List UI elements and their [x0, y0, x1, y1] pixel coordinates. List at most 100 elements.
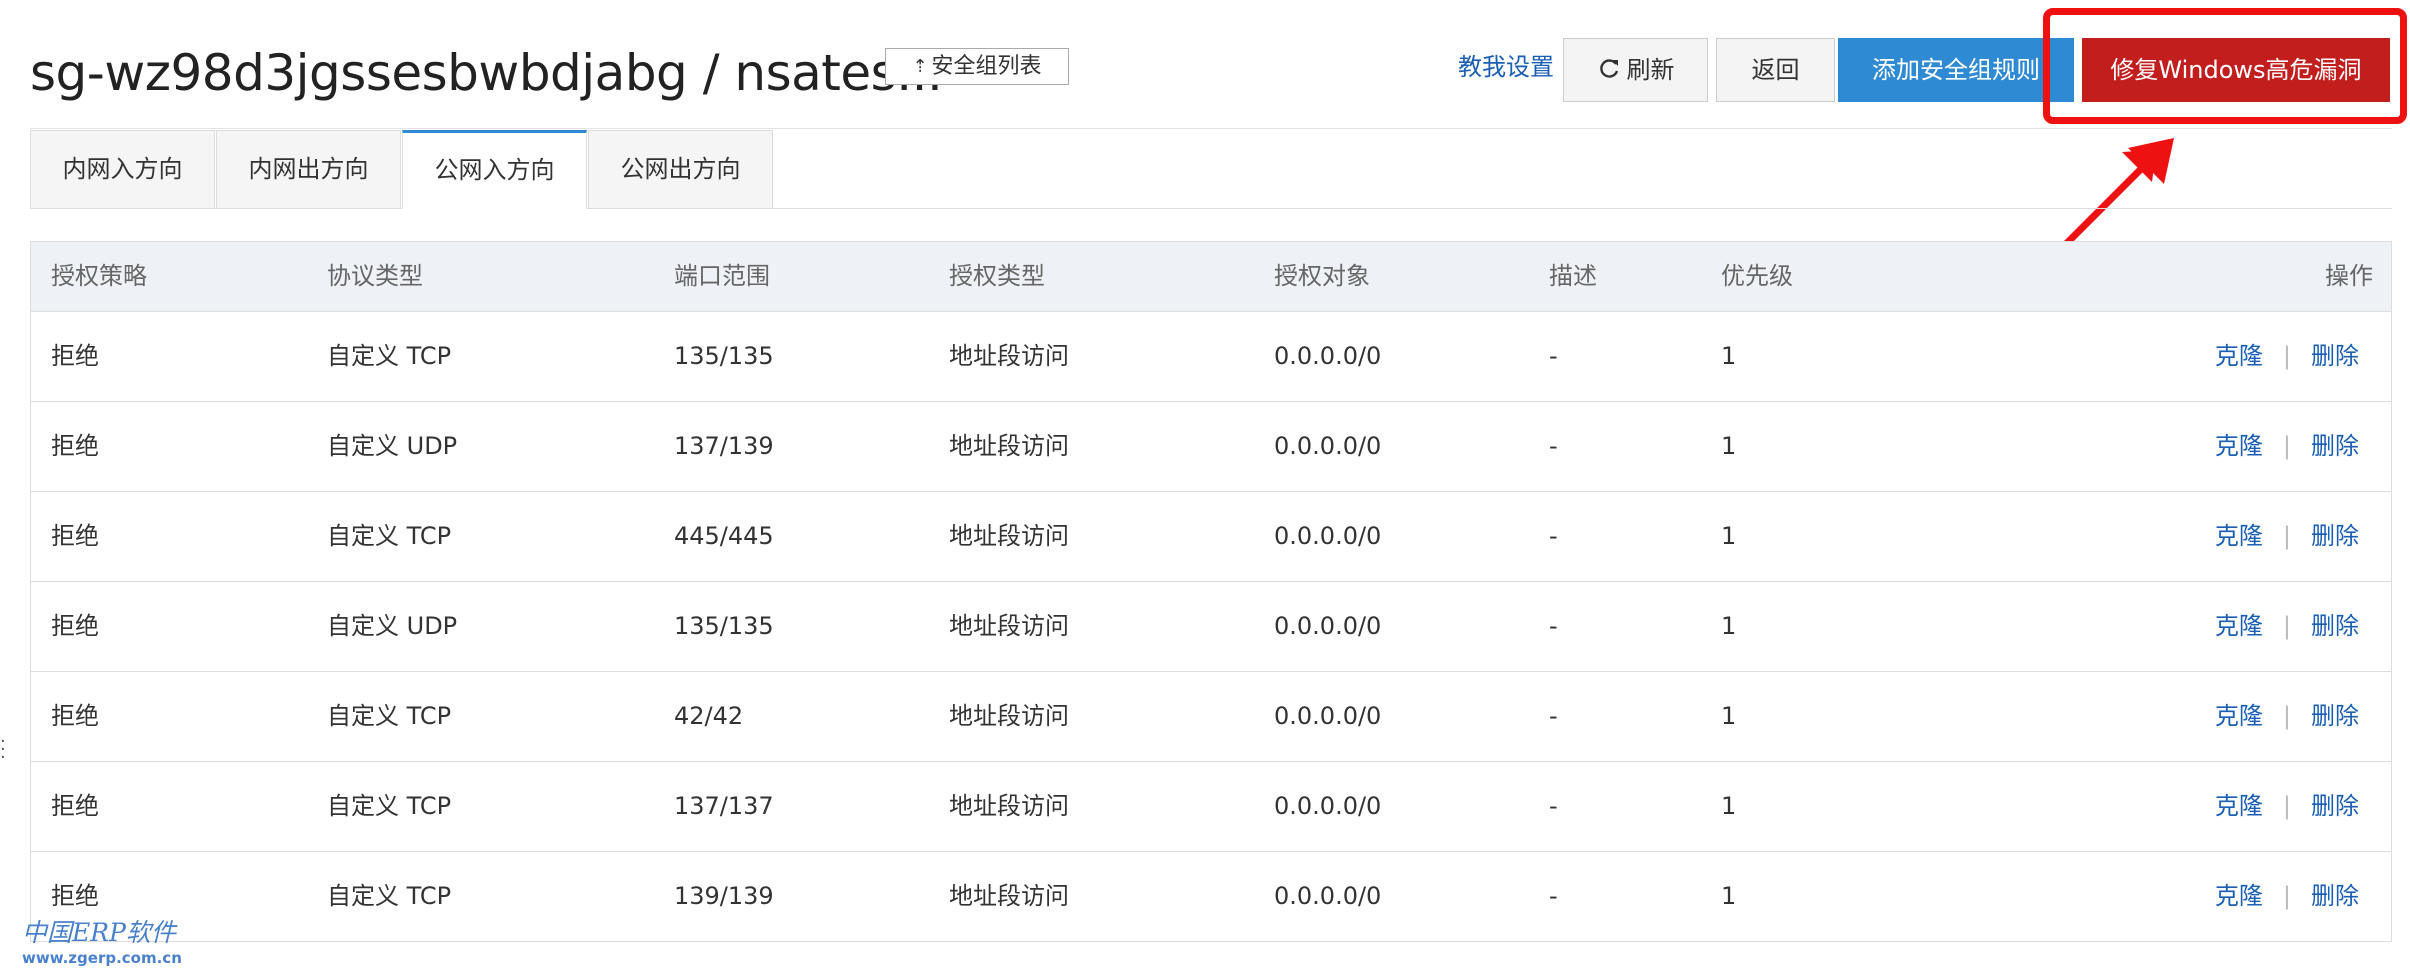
cell-target: 0.0.0.0/0 — [1274, 882, 1382, 910]
back-button[interactable]: 返回 — [1716, 38, 1835, 102]
table-row: 拒绝 自定义 TCP 135/135 地址段访问 0.0.0.0/0 - 1 克隆 | 删除 — [31, 312, 2391, 402]
cell-ports: 139/139 — [674, 882, 774, 910]
clone-link[interactable]: 克隆 — [2215, 522, 2263, 550]
cell-protocol: 自定义 TCP — [327, 702, 452, 730]
cell-description: - — [1549, 702, 1558, 730]
delete-link[interactable]: 删除 — [2311, 522, 2359, 550]
security-group-list-button[interactable]: ⇡ 安全组列表 — [885, 48, 1069, 85]
cell-protocol: 自定义 TCP — [327, 522, 452, 550]
action-separator: | — [2282, 612, 2291, 640]
delete-link[interactable]: 删除 — [2311, 612, 2359, 640]
action-separator: | — [2282, 342, 2291, 370]
security-group-rules-page: sg-wz98d3jgssesbwbdjabg / nsates... ⇡ 安全组… — [0, 0, 2410, 978]
action-separator: | — [2282, 522, 2291, 550]
cell-priority: 1 — [1721, 702, 1737, 730]
cell-policy: 拒绝 — [51, 702, 99, 730]
cell-auth-type: 地址段访问 — [949, 882, 1069, 910]
column-header-ports: 端口范围 — [674, 262, 770, 290]
table-row: 拒绝 自定义 TCP 139/139 地址段访问 0.0.0.0/0-1 克隆 | 删除 — [31, 852, 2391, 941]
row-actions: 克隆 | 删除 — [2215, 672, 2359, 761]
column-header-target: 授权对象 — [1274, 262, 1370, 290]
column-header-description: 描述 — [1549, 262, 1597, 290]
side-handle: · · · — [0, 731, 6, 768]
cell-description: - — [1549, 792, 1558, 820]
cell-target: 0.0.0.0/0 — [1274, 522, 1382, 550]
clone-link[interactable]: 克隆 — [2215, 792, 2263, 820]
watermark-title: 中国ERP软件 — [22, 918, 176, 947]
cell-policy: 拒绝 — [51, 522, 99, 550]
add-security-group-rule-button[interactable]: 添加安全组规则 — [1838, 38, 2074, 102]
cell-description: - — [1549, 882, 1558, 910]
row-actions: 克隆 | 删除 — [2215, 582, 2359, 671]
clone-link[interactable]: 克隆 — [2215, 702, 2263, 730]
cell-protocol: 自定义 TCP — [327, 792, 452, 820]
row-actions: 克隆 | 删除 — [2215, 852, 2359, 941]
tab-internet-inbound[interactable]: 公网入方向 — [402, 130, 587, 209]
delete-link[interactable]: 删除 — [2311, 792, 2359, 820]
security-group-list-label: 安全组列表 — [931, 54, 1042, 79]
tab-internet-outbound[interactable]: 公网出方向 — [588, 130, 773, 209]
action-separator: | — [2282, 792, 2291, 820]
row-actions: 克隆 | 删除 — [2215, 312, 2359, 401]
cell-description: - — [1549, 342, 1558, 370]
cell-target: 0.0.0.0/0 — [1274, 432, 1382, 460]
cell-priority: 1 — [1721, 792, 1737, 820]
cell-ports: 42/42 — [674, 702, 744, 730]
table-row: 拒绝 自定义 TCP 445/445 地址段访问 0.0.0.0/0 - 1 克隆 | 删除 — [31, 492, 2391, 582]
clone-link[interactable]: 克隆 — [2215, 342, 2263, 370]
cell-policy: 拒绝 — [51, 432, 99, 460]
cell-ports: 135/135 — [674, 612, 774, 640]
cell-target: 0.0.0.0/0 — [1274, 792, 1382, 820]
refresh-label: 刷新 — [1626, 56, 1675, 84]
cell-policy: 拒绝 — [51, 612, 99, 640]
cell-policy: 拒绝 — [51, 342, 99, 370]
cell-ports: 445/445 — [674, 522, 774, 550]
table-header: 授权策略 协议类型 端口范围 授权类型 授权对象 描述 优先级 操作 — [31, 242, 2391, 312]
row-actions: 克隆 | 删除 — [2215, 762, 2359, 851]
table-row: 拒绝 自定义 UDP 137/139 地址段访问 0.0.0.0/0 - 1 克隆 | 删除 — [31, 402, 2391, 492]
action-separator: | — [2282, 432, 2291, 460]
cell-auth-type: 地址段访问 — [949, 702, 1069, 730]
tab-intranet-inbound[interactable]: 内网入方向 — [30, 130, 215, 209]
tutorial-link[interactable]: 教我设置 — [1458, 50, 1554, 84]
refresh-icon — [1597, 42, 1621, 104]
cell-description: - — [1549, 612, 1558, 640]
delete-link[interactable]: 删除 — [2311, 342, 2359, 370]
clone-link[interactable]: 克隆 — [2215, 432, 2263, 460]
delete-link[interactable]: 删除 — [2311, 702, 2359, 730]
page-title: sg-wz98d3jgssesbwbdjabg / nsates... — [30, 44, 943, 102]
action-separator: | — [2282, 702, 2291, 730]
column-header-actions: 操作 — [2325, 262, 2373, 290]
cell-protocol: 自定义 UDP — [327, 612, 458, 640]
tab-intranet-outbound[interactable]: 内网出方向 — [216, 130, 401, 209]
delete-link[interactable]: 删除 — [2311, 432, 2359, 460]
cell-priority: 1 — [1721, 522, 1737, 550]
rules-table: 授权策略 协议类型 端口范围 授权类型 授权对象 描述 优先级 操作 拒绝自定义… — [30, 241, 2392, 942]
cell-target: 0.0.0.0/0 — [1274, 342, 1382, 370]
cell-auth-type: 地址段访问 — [949, 522, 1069, 550]
column-header-protocol: 协议类型 — [327, 262, 423, 290]
row-actions: 克隆 | 删除 — [2215, 492, 2359, 581]
clone-link[interactable]: 克隆 — [2215, 882, 2263, 910]
clone-link[interactable]: 克隆 — [2215, 612, 2263, 640]
cell-description: - — [1549, 432, 1558, 460]
watermark-logo: 中国ERP软件 www.zgerp.com.cn — [22, 918, 212, 968]
delete-link[interactable]: 删除 — [2311, 882, 2359, 910]
table-row: 拒绝 自定义 UDP 135/135 地址段访问 0.0.0.0/0 - 1 克隆 | 删除 — [31, 582, 2391, 672]
cell-ports: 135/135 — [674, 342, 774, 370]
action-separator: | — [2282, 882, 2291, 910]
cell-policy: 拒绝 — [51, 792, 99, 820]
cell-target: 0.0.0.0/0 — [1274, 702, 1382, 730]
cell-ports: 137/139 — [674, 432, 774, 460]
watermark-url: www.zgerp.com.cn — [22, 949, 182, 967]
header-divider — [30, 128, 2392, 129]
cell-ports: 137/137 — [674, 792, 774, 820]
table-row: 拒绝 自定义 TCP 42/42 地址段访问 0.0.0.0/0 - 1 克隆 | 删除 — [31, 672, 2391, 762]
fix-windows-vulnerability-button[interactable]: 修复Windows高危漏洞 — [2082, 38, 2390, 102]
refresh-button[interactable]: 刷新 — [1563, 38, 1708, 102]
upload-arrow-icon: ⇡ — [912, 56, 928, 77]
table-body: 拒绝 自定义 TCP 135/135 地址段访问 0.0.0.0/0-1 克隆 | 删除 拒绝自… — [31, 312, 2391, 941]
cell-priority: 1 — [1721, 882, 1737, 910]
cell-priority: 1 — [1721, 612, 1737, 640]
column-header-priority: 优先级 — [1721, 262, 1793, 290]
